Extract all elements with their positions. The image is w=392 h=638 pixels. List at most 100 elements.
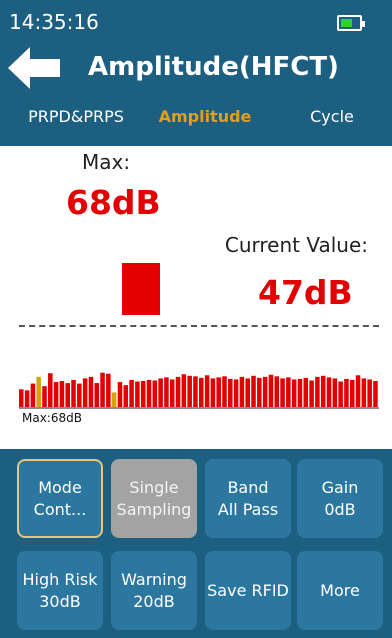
current-level-indicator <box>122 263 160 315</box>
histogram-bar <box>164 377 169 407</box>
histogram-bar <box>187 375 192 407</box>
histogram-bar <box>146 379 152 407</box>
histogram-bar <box>233 379 239 407</box>
histogram-bar <box>239 376 245 407</box>
histogram-bar <box>274 376 280 407</box>
histogram-bar <box>280 378 285 407</box>
histogram-bar <box>123 385 129 407</box>
button-line2: 0dB <box>324 499 356 519</box>
button-line1: Warning <box>121 569 187 589</box>
button-line1: Save RFID <box>207 580 289 600</box>
histogram-bar <box>100 372 105 407</box>
current-value-label: Current Value: <box>224 233 368 257</box>
histogram-bar <box>94 383 100 407</box>
histogram-bar <box>204 375 210 407</box>
histogram-bar <box>36 376 41 407</box>
max-value: 68dB <box>66 183 161 222</box>
histogram-bar <box>303 377 309 407</box>
band-button[interactable]: Band All Pass <box>205 459 291 538</box>
button-line2: Cont... <box>33 499 87 519</box>
histogram-bar <box>315 376 320 407</box>
histogram-bar <box>309 380 314 407</box>
histogram-bar <box>268 374 274 407</box>
histogram-bar <box>129 379 134 407</box>
button-line1: Gain <box>321 477 359 497</box>
histogram-bar <box>181 374 187 407</box>
histogram-bar <box>361 378 367 407</box>
histogram-bar <box>30 383 36 407</box>
back-arrow-icon <box>8 47 60 89</box>
battery-icon <box>337 15 365 31</box>
histogram-bar <box>77 383 82 407</box>
histogram-bar <box>42 386 47 407</box>
histogram-bar <box>355 375 361 407</box>
button-line2: 30dB <box>39 591 81 611</box>
histogram-bar <box>135 381 140 407</box>
gain-button[interactable]: Gain 0dB <box>297 459 383 538</box>
histogram-bar <box>111 392 117 407</box>
histogram-bar <box>216 377 221 407</box>
histogram-bar <box>88 376 94 407</box>
histogram-bar <box>210 378 216 407</box>
histogram-bar <box>106 373 111 407</box>
more-button[interactable]: More <box>297 551 383 630</box>
histogram-bar <box>291 379 297 407</box>
histogram-bar <box>48 373 53 407</box>
tab-prpd-prps[interactable]: PRPD&PRPS <box>16 102 136 132</box>
histogram-bar <box>24 390 30 407</box>
mode-button[interactable]: Mode Cont... <box>17 459 103 538</box>
histogram-bar <box>117 382 123 407</box>
single-sampling-button[interactable]: Single Sampling <box>111 459 197 538</box>
histogram-bar <box>262 376 268 407</box>
histogram-bar <box>158 378 163 407</box>
histogram-baseline <box>19 407 379 409</box>
tab-cycle[interactable]: Cycle <box>292 102 372 132</box>
tab-bar: PRPD&PRPS Amplitude Cycle <box>0 102 392 132</box>
page-title: Amplitude(HFCT) <box>88 52 339 82</box>
clock: 14:35:16 <box>9 10 99 34</box>
button-line1: Band <box>227 477 269 497</box>
button-line2: Sampling <box>116 499 192 519</box>
max-label: Max: <box>82 150 131 174</box>
histogram-bar <box>71 379 76 407</box>
histogram-bar <box>65 383 70 407</box>
histogram-bar <box>297 378 303 407</box>
tab-amplitude[interactable]: Amplitude <box>150 102 260 132</box>
histogram-bar <box>332 378 338 407</box>
warning-button[interactable]: Warning 20dB <box>111 551 197 630</box>
histogram-bar <box>193 376 198 407</box>
save-rfid-button[interactable]: Save RFID <box>205 551 291 630</box>
histogram-bar <box>320 375 326 407</box>
histogram-bar <box>373 381 378 407</box>
battery-level <box>341 19 352 27</box>
button-line2: 20dB <box>133 591 175 611</box>
histogram-bar <box>222 376 227 407</box>
histogram-bar <box>228 378 233 407</box>
histogram-bar <box>82 378 88 407</box>
histogram-bar <box>152 380 158 407</box>
histogram-bar <box>286 377 291 407</box>
histogram-bar <box>140 381 146 407</box>
histogram-bar <box>349 379 355 407</box>
header-bar: 14:35:16 Amplitude(HFCT) PRPD&PRPS Ampli… <box>0 0 392 146</box>
back-button[interactable] <box>8 47 60 89</box>
histogram-bar <box>245 378 250 407</box>
current-value: 47dB <box>258 273 353 312</box>
high-risk-button[interactable]: High Risk 30dB <box>17 551 103 630</box>
button-line2: All Pass <box>217 499 279 519</box>
histogram-bar <box>251 375 256 407</box>
histogram-bar <box>19 389 24 407</box>
histogram-bar <box>53 382 59 407</box>
histogram-bar <box>338 381 343 407</box>
histogram-bar <box>169 379 175 407</box>
divider <box>19 325 379 327</box>
histogram-bar <box>199 377 204 407</box>
histogram-bar <box>59 381 65 407</box>
button-panel: Mode Cont... Single Sampling Band All Pa… <box>0 449 392 638</box>
histogram-bar <box>326 377 332 407</box>
button-line1: More <box>320 580 360 600</box>
histogram-bar <box>367 379 372 407</box>
button-line1: Single <box>129 477 179 497</box>
histogram-bar <box>175 376 181 407</box>
amplitude-histogram <box>19 372 378 407</box>
